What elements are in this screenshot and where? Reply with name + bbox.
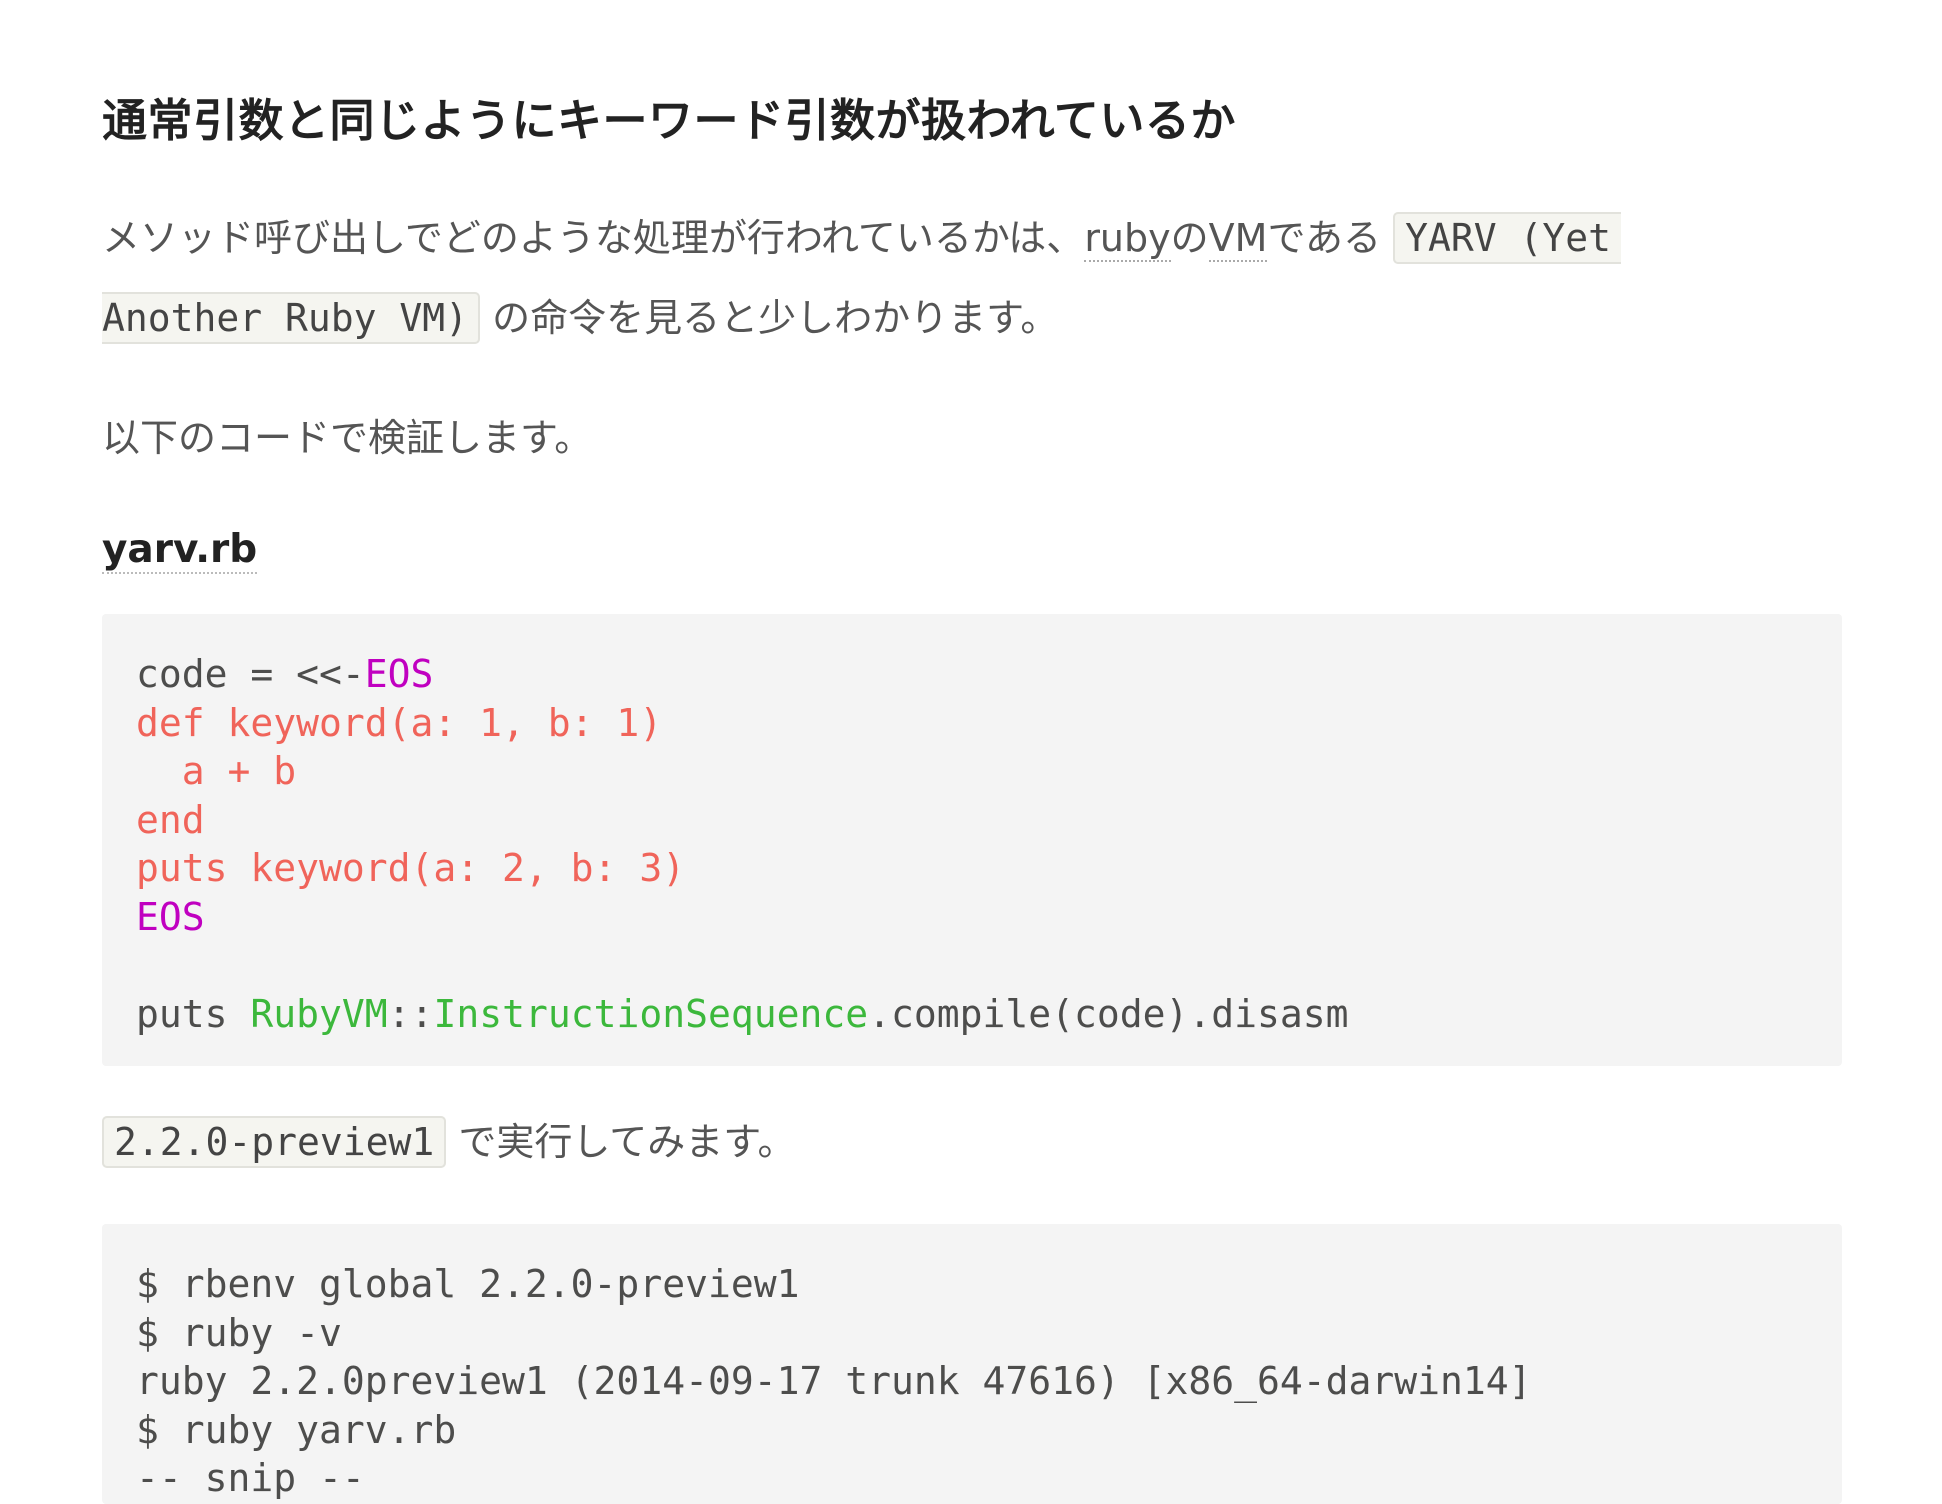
code-block-terminal: $ rbenv global 2.2.0-preview1 $ ruby -v ru… [102, 1224, 1842, 1504]
paragraph-text: の [1170, 216, 1209, 260]
inline-code-yarv-cont: Another Ruby VM) [102, 292, 481, 344]
code-terminal-line: -- snip -- [136, 1454, 1842, 1503]
paragraph-yarv-intro: メソッド呼び出しでどのような処理が行われているかは、rubyのVMである YAR… [102, 198, 1622, 278]
code-token-plain: :: [387, 991, 434, 1036]
paragraph-text: の命令を見ると少しわかります。 [492, 296, 1059, 340]
inline-code-version: 2.2.0-preview1 [102, 1116, 447, 1168]
file-name-text: yarv.rb [102, 527, 258, 574]
code-token-class: RubyVM [250, 991, 388, 1036]
code-terminal-line: $ ruby -v [136, 1309, 1842, 1358]
code-yarv-line: end [136, 796, 1842, 845]
abbr-ruby: ruby [1084, 216, 1171, 262]
code-yarv-line: puts RubyVM::InstructionSequence.compile… [136, 990, 1842, 1039]
code-token-plain: $ ruby yarv.rb [136, 1407, 457, 1452]
code-yarv-line: a + b [136, 747, 1842, 796]
code-token-heredoc: EOS [364, 652, 434, 696]
code-token-plain: $ ruby -v [136, 1310, 342, 1355]
code-yarv-line: def keyword(a: 1, b: 1) [136, 699, 1842, 748]
paragraph-text: で実行してみます。 [458, 1120, 796, 1164]
code-terminal-line: $ rbenv global 2.2.0-preview1 [136, 1260, 1842, 1309]
code-token-plain: ruby 2.2.0preview1 (2014-09-17 trunk 476… [136, 1359, 1532, 1403]
code-token-plain: $ rbenv global 2.2.0-preview1 [136, 1262, 800, 1306]
code-terminal-line: $ ruby yarv.rb [136, 1406, 1842, 1455]
code-token-heredoc: EOS [136, 894, 205, 939]
section-heading: 通常引数と同じようにキーワード引数が扱われているか [102, 94, 1236, 147]
code-yarv-line: code = <<-EOS [136, 650, 1842, 699]
inline-code-yarv: YARV (Yet [1393, 212, 1622, 264]
code-yarv-line: EOS [136, 893, 1842, 942]
code-file-name: yarv.rb [102, 520, 258, 580]
code-token-string: end [136, 797, 205, 842]
code-token-string: a + b [136, 749, 297, 793]
code-token-plain: -- snip -- [136, 1456, 365, 1500]
code-yarv-line [136, 941, 1842, 990]
paragraph-verify: 以下のコードで検証します。 [102, 416, 593, 460]
abbr-vm: VM [1208, 216, 1268, 262]
code-terminal-line: ruby 2.2.0preview1 (2014-09-17 trunk 476… [136, 1357, 1842, 1406]
paragraph-run: 2.2.0-preview1 で実行してみます。 [102, 1102, 795, 1182]
paragraph-text: である [1267, 216, 1382, 260]
code-block-yarv: code = <<-EOS def keyword(a: 1, b: 1) a +… [102, 614, 1842, 1066]
code-token-plain: code = <<- [136, 652, 365, 696]
code-token-plain: .compile(code).disasm [868, 991, 1349, 1036]
code-token-class: InstructionSequence [433, 991, 869, 1036]
code-token-string: def keyword(a: 1, b: 1) [136, 700, 663, 745]
code-token-plain: puts [136, 991, 251, 1036]
paragraph-yarv-intro-cont: Another Ruby VM) の命令を見ると少しわかります。 [102, 278, 1058, 358]
code-token-string: puts keyword(a: 2, b: 3) [136, 846, 686, 890]
paragraph-text: メソッド呼び出しでどのような処理が行われているかは、 [102, 216, 1085, 260]
code-yarv-line: puts keyword(a: 2, b: 3) [136, 844, 1842, 893]
